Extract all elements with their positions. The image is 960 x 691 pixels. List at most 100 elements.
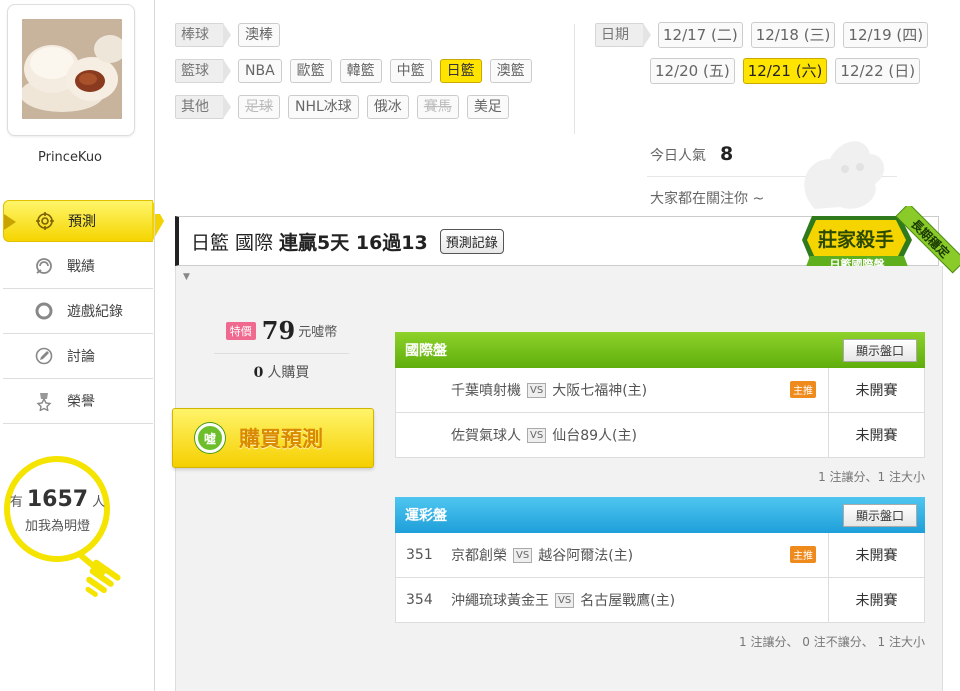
filter-row-basketball: 籃球 NBA 歐籃 韓籃 中籃 日籃 澳籃 xyxy=(175,59,540,83)
home-team: 大阪七福神(主) xyxy=(552,383,648,399)
medal-icon xyxy=(33,390,55,412)
nav-label-discuss: 討論 xyxy=(67,349,95,365)
circle-icon xyxy=(33,300,55,322)
game-status: 未開賽 xyxy=(828,533,924,577)
price-box: 特價 79 元噓幣 0 人購買 xyxy=(214,316,349,382)
buyers-count: 0 人購買 xyxy=(214,362,349,382)
league-name: 日籃 xyxy=(191,231,230,254)
home-team: 越谷阿爾法(主) xyxy=(538,548,634,564)
popularity-value: 8 xyxy=(720,143,734,165)
record-icon xyxy=(33,255,55,277)
chip-korea-basketball[interactable]: 韓籃 xyxy=(339,59,382,83)
chip-nhl[interactable]: NHL冰球 xyxy=(288,95,359,119)
away-team: 佐賀氣球人 xyxy=(451,428,521,444)
away-team: 沖繩琉球黃金王 xyxy=(451,593,549,609)
filter-row-baseball: 棒球 澳棒 xyxy=(175,23,288,47)
vs-icon: VS xyxy=(527,427,547,443)
filter-label-basketball: 籃球 xyxy=(175,59,231,83)
chip-japan-basketball[interactable]: 日籃 xyxy=(439,59,482,83)
price-amount: 79 xyxy=(261,316,296,345)
coin-icon: 噓 xyxy=(195,423,225,453)
nav-label-predict: 預測 xyxy=(68,214,96,230)
chip-nba[interactable]: NBA xyxy=(238,59,282,83)
nav-item-game-log[interactable]: 遊戲紀錄 xyxy=(3,289,153,334)
game-row[interactable]: 千葉噴射機 VS 大阪七福神(主) 主推 未開賽 xyxy=(395,368,925,413)
collapse-caret-icon: ▼ xyxy=(183,272,190,282)
matchup: 沖繩琉球黃金王 VS 名古屋戰鷹(主) xyxy=(451,590,828,610)
filter-label-baseball: 棒球 xyxy=(175,23,231,47)
edit-icon xyxy=(33,345,55,367)
filter-divider xyxy=(574,24,575,134)
date-chip-1219[interactable]: 12/19 (四) xyxy=(843,22,929,48)
buy-prediction-button[interactable]: 噓 購買預測 xyxy=(172,408,374,468)
chip-russia-hockey[interactable]: 俄冰 xyxy=(366,95,409,119)
date-chip-1217[interactable]: 12/17 (二) xyxy=(658,22,743,48)
filter-label-date: 日期 xyxy=(595,23,651,47)
follow-link[interactable]: 加我為明燈 xyxy=(0,515,115,534)
date-chip-1218[interactable]: 12/18 (三) xyxy=(750,22,836,48)
popularity-label: 今日人氣 xyxy=(650,148,706,164)
filter-row-other: 其他 足球 NHL冰球 俄冰 賽馬 美足 xyxy=(175,95,517,119)
panel-header: 運彩盤 顯示盤口 xyxy=(395,497,925,533)
chip-aus-basketball[interactable]: 澳籃 xyxy=(489,59,532,83)
chip-american-football[interactable]: 美足 xyxy=(466,95,509,119)
bet-summary: 1 注讓分、 0 注不讓分、 1 注大小 xyxy=(739,635,925,649)
game-row[interactable]: 351 京都創榮 VS 越谷阿爾法(主) 主推 未開賽 xyxy=(395,533,925,578)
away-team: 京都創榮 xyxy=(451,548,507,564)
date-chip-1222[interactable]: 12/22 (日) xyxy=(835,58,921,84)
avatar-card[interactable] xyxy=(7,4,135,136)
date-chip-1221[interactable]: 12/21 (六) xyxy=(742,58,828,84)
fans-count: 有 1657 人 xyxy=(0,487,115,512)
buyers-number: 0 xyxy=(253,365,264,381)
fans-suffix: 人 xyxy=(92,495,106,510)
date-chip-1220[interactable]: 12/20 (五) xyxy=(650,58,735,84)
home-team: 名古屋戰鷹(主) xyxy=(580,593,676,609)
date-row-2: 12/20 (五) 12/21 (六) 12/22 (日) xyxy=(650,58,928,84)
date-row-1: 日期 12/17 (二) 12/18 (三) 12/19 (四) xyxy=(595,22,936,48)
panel-title: 運彩盤 xyxy=(405,508,447,524)
left-sidebar: PrinceKuo 預測 戰績 遊戲紀錄 討論 榮譽 有 1657 人 加我為明… xyxy=(0,0,164,691)
show-odds-button[interactable]: 顯示盤口 xyxy=(842,338,917,362)
nav-label-record: 戰績 xyxy=(67,259,95,275)
bet-summary: 1 注讓分、1 注大小 xyxy=(818,470,925,484)
chip-euro-basketball[interactable]: 歐籃 xyxy=(289,59,332,83)
popularity: 今日人氣 8 xyxy=(650,143,733,165)
filter-label-other: 其他 xyxy=(175,95,231,119)
panel-title: 國際盤 xyxy=(405,343,447,359)
nav-item-record[interactable]: 戰績 xyxy=(3,244,153,289)
main-content: 棒球 澳棒 籃球 NBA 歐籃 韓籃 中籃 日籃 澳籃 其他 足球 NHL冰球 … xyxy=(154,0,960,691)
matchup: 佐賀氣球人 VS 仙台89人(主) xyxy=(451,425,828,445)
sports-lottery-panel: 運彩盤 顯示盤口 351 京都創榮 VS 越谷阿爾法(主) 主推 未開賽 354 沖… xyxy=(395,497,925,623)
avatar[interactable] xyxy=(22,19,122,119)
buyers-label: 人購買 xyxy=(267,365,310,381)
prediction-body: ▼ 特價 79 元噓幣 0 人購買 噓 購買預測 國際盤 顯示盤口 千葉噴射機 VS 大 xyxy=(172,266,943,691)
panel-header: 國際盤 顯示盤口 xyxy=(395,332,925,368)
nav-item-predict[interactable]: 預測 xyxy=(3,200,164,242)
show-odds-button[interactable]: 顯示盤口 xyxy=(842,503,917,527)
home-team: 仙台89人(主) xyxy=(552,428,637,444)
username[interactable]: PrinceKuo xyxy=(0,150,140,165)
chip-aus-baseball[interactable]: 澳棒 xyxy=(238,23,280,47)
intl-odds-panel: 國際盤 顯示盤口 千葉噴射機 VS 大阪七福神(主) 主推 未開賽 佐賀氣球人 VS 仙… xyxy=(395,332,925,458)
nav-item-honor[interactable]: 榮譽 xyxy=(3,379,153,424)
badge-ribbon: 長期穩定 xyxy=(908,216,953,261)
attention-text: 大家都在關注你 ~ xyxy=(650,191,765,207)
buy-prediction-label: 購買預測 xyxy=(239,427,323,451)
nav-item-discuss[interactable]: 討論 xyxy=(3,334,153,379)
fans-number: 1657 xyxy=(26,487,89,512)
matchup: 京都創榮 VS 越谷阿爾法(主) xyxy=(451,545,828,565)
game-row[interactable]: 354 沖繩琉球黃金王 VS 名古屋戰鷹(主) 未開賽 xyxy=(395,578,925,623)
game-row[interactable]: 佐賀氣球人 VS 仙台89人(主) 未開賽 xyxy=(395,413,925,458)
league-category: 國際 xyxy=(235,231,274,254)
fans-prefix: 有 xyxy=(9,495,23,510)
matchup: 千葉噴射機 VS 大阪七福神(主) xyxy=(451,380,828,400)
away-team: 千葉噴射機 xyxy=(451,383,521,399)
win-streak: 連贏5天 16過13 xyxy=(279,231,428,254)
side-nav: 預測 戰績 遊戲紀錄 討論 榮譽 xyxy=(3,200,164,424)
game-status: 未開賽 xyxy=(828,413,924,457)
prediction-record-button[interactable]: 預測記錄 xyxy=(439,228,504,254)
nav-label-honor: 榮譽 xyxy=(67,394,95,410)
chip-china-basketball[interactable]: 中籃 xyxy=(389,59,432,83)
vs-icon: VS xyxy=(513,547,533,563)
vs-icon: VS xyxy=(555,592,575,608)
